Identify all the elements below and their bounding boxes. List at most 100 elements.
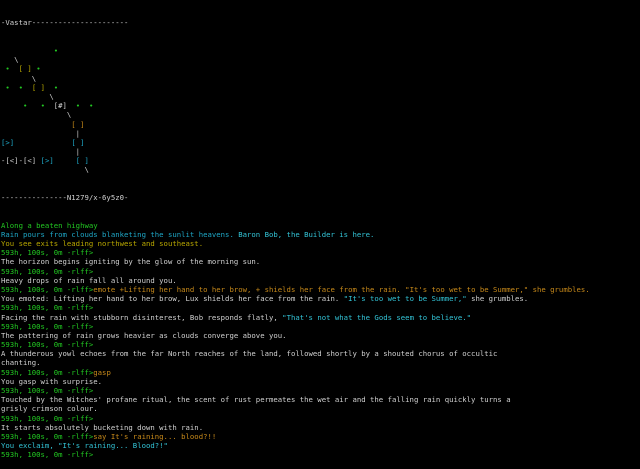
map-segment: [ ] <box>75 156 89 166</box>
map-segment: \ <box>1 91 54 101</box>
log-segment: say It's raining... blood?!! <box>93 431 217 441</box>
log-line: The pattering of rain grows heavier as c… <box>1 331 640 340</box>
output-log: Along a beaten highway Rain pours from cl… <box>1 221 640 460</box>
map-segment <box>10 83 19 92</box>
log-segment: Heavy drops of rain fall all around you. <box>1 275 177 285</box>
map-row: • • [ ] • <box>1 83 640 92</box>
log-segment: she grumbles. <box>466 294 529 304</box>
map-segment <box>1 46 54 55</box>
map-title: -Vastar---------------------- <box>1 18 129 28</box>
map-row: | <box>1 147 640 156</box>
log-segment: 593h, 100s, 0m -rlff> <box>1 450 94 460</box>
log-line: Along a beaten highway <box>1 221 640 230</box>
log-segment: gasp <box>93 367 111 377</box>
log-segment: 593h, 100s, 0m -rlff> <box>1 367 94 377</box>
log-line: It starts absolutely bucketing down with… <box>1 423 640 432</box>
map-segment <box>54 156 76 165</box>
map-segment: [ ] <box>71 119 85 129</box>
log-line: 593h, 100s, 0m -rlff>say It's raining...… <box>1 432 640 441</box>
log-line: chanting. <box>1 358 640 367</box>
map-segment: [ ] <box>18 64 32 74</box>
log-line: Touched by the Witches' profane ritual, … <box>1 395 640 404</box>
log-line: 593h, 100s, 0m -rlff> <box>1 450 640 459</box>
terminal-window[interactable]: -Vastar---------------------- • \ • [ ] … <box>1 0 640 459</box>
log-line: The horizon begins igniting by the glow … <box>1 257 640 266</box>
map-segment: | <box>1 147 81 157</box>
log-line: 593h, 100s, 0m -rlff>emote +Lifting her … <box>1 285 640 294</box>
log-line: A thunderous yowl echoes from the far No… <box>1 349 640 358</box>
map-row: \ <box>1 74 640 83</box>
map-segment: -[<]-[<] <box>1 156 41 166</box>
map-segment <box>45 101 54 110</box>
log-segment: You gasp with surprise. <box>1 376 103 386</box>
map-segment <box>27 101 40 110</box>
log-line: 593h, 100s, 0m -rlff> <box>1 267 640 276</box>
log-line: 593h, 100s, 0m -rlff> <box>1 386 640 395</box>
log-line: You exclaim, "It's raining... Blood?!" <box>1 441 640 450</box>
map-segment <box>10 64 19 73</box>
map-segment: • <box>53 82 59 92</box>
log-segment: 593h, 100s, 0m -rlff> <box>1 386 94 395</box>
log-segment: 593h, 100s, 0m -rlff> <box>1 266 94 276</box>
map-segment: \ <box>1 165 89 175</box>
log-segment: emote +Lifting her hand to her brow, + s… <box>93 284 590 294</box>
map-segment <box>45 83 54 92</box>
map-footer-coordinates: ---------------N1279/x-6y5z0- <box>1 193 129 203</box>
map-row: \ <box>1 55 640 64</box>
map-row: \ <box>1 92 640 101</box>
map-segment <box>23 83 32 92</box>
log-line: You see exits leading northwest and sout… <box>1 239 640 248</box>
map-segment <box>1 101 23 110</box>
log-segment: A thunderous yowl echoes from the far No… <box>1 349 498 359</box>
log-segment: It starts absolutely bucketing down with… <box>1 422 204 432</box>
log-line: 593h, 100s, 0m -rlff> <box>1 322 640 331</box>
log-segment: 593h, 100s, 0m -rlff> <box>1 340 94 350</box>
log-segment: "That's not what the Gods seem to believ… <box>282 312 472 322</box>
log-segment: "It's raining... Blood?!" <box>58 441 168 451</box>
map-segment: [#] <box>53 101 67 111</box>
map-segment: [>] <box>1 137 15 147</box>
map-segment: \ <box>1 110 72 120</box>
map-segment: \ <box>1 55 19 65</box>
log-line: Heavy drops of rain fall all around you. <box>1 276 640 285</box>
log-segment: You exclaim, <box>1 441 59 451</box>
map-segment: \ <box>1 73 37 83</box>
map-row: • <box>1 46 640 55</box>
map-row: | <box>1 129 640 138</box>
log-segment: "It's too wet to be Summer," <box>343 294 467 304</box>
map-row: • [ ] • <box>1 64 640 73</box>
log-line: 593h, 100s, 0m -rlff> <box>1 248 640 257</box>
map-row: • • [#] • • <box>1 101 640 110</box>
log-segment: 593h, 100s, 0m -rlff> <box>1 413 94 423</box>
map-row: [ ] <box>1 120 640 129</box>
log-segment: Rain pours from clouds blanketing the su… <box>1 229 239 239</box>
map-segment <box>80 101 89 110</box>
map-segment: | <box>1 128 81 138</box>
log-segment: You see exits leading northwest and sout… <box>1 239 204 248</box>
map-row: \ <box>1 165 640 174</box>
log-line: Facing the rain with stubborn disinteres… <box>1 313 640 322</box>
log-segment: Along a beaten highway <box>1 220 98 230</box>
log-segment: 593h, 100s, 0m -rlff> <box>1 303 94 313</box>
log-segment: The pattering of rain grows heavier as c… <box>1 330 287 340</box>
log-line: 593h, 100s, 0m -rlff>gasp <box>1 368 640 377</box>
log-segment: Touched by the Witches' profane ritual, … <box>1 395 511 405</box>
log-segment: 593h, 100s, 0m -rlff> <box>1 284 94 294</box>
map-segment: [ ] <box>31 82 45 92</box>
log-segment: 593h, 100s, 0m -rlff> <box>1 248 94 258</box>
map-row: [>] [ ] <box>1 138 640 147</box>
log-segment: Baron Bob, the Builder is here. <box>238 229 375 239</box>
map-segment: • <box>53 46 59 55</box>
ascii-map: • \ • [ ] • \ • • [ ] • \ • • [#] • • \ … <box>1 46 640 175</box>
log-line: 593h, 100s, 0m -rlff> <box>1 303 640 312</box>
map-segment <box>14 138 71 147</box>
log-line: 593h, 100s, 0m -rlff> <box>1 414 640 423</box>
map-row: -[<]-[<] [>] [ ] <box>1 156 640 165</box>
log-segment: 593h, 100s, 0m -rlff> <box>1 321 94 331</box>
log-segment: 593h, 100s, 0m -rlff> <box>1 431 94 441</box>
log-line: You emoted: Lifting her hand to her brow… <box>1 294 640 303</box>
log-segment: chanting. <box>1 358 41 368</box>
log-line: 593h, 100s, 0m -rlff> <box>1 340 640 349</box>
map-segment: [ ] <box>71 137 85 147</box>
map-segment: • <box>88 101 94 111</box>
